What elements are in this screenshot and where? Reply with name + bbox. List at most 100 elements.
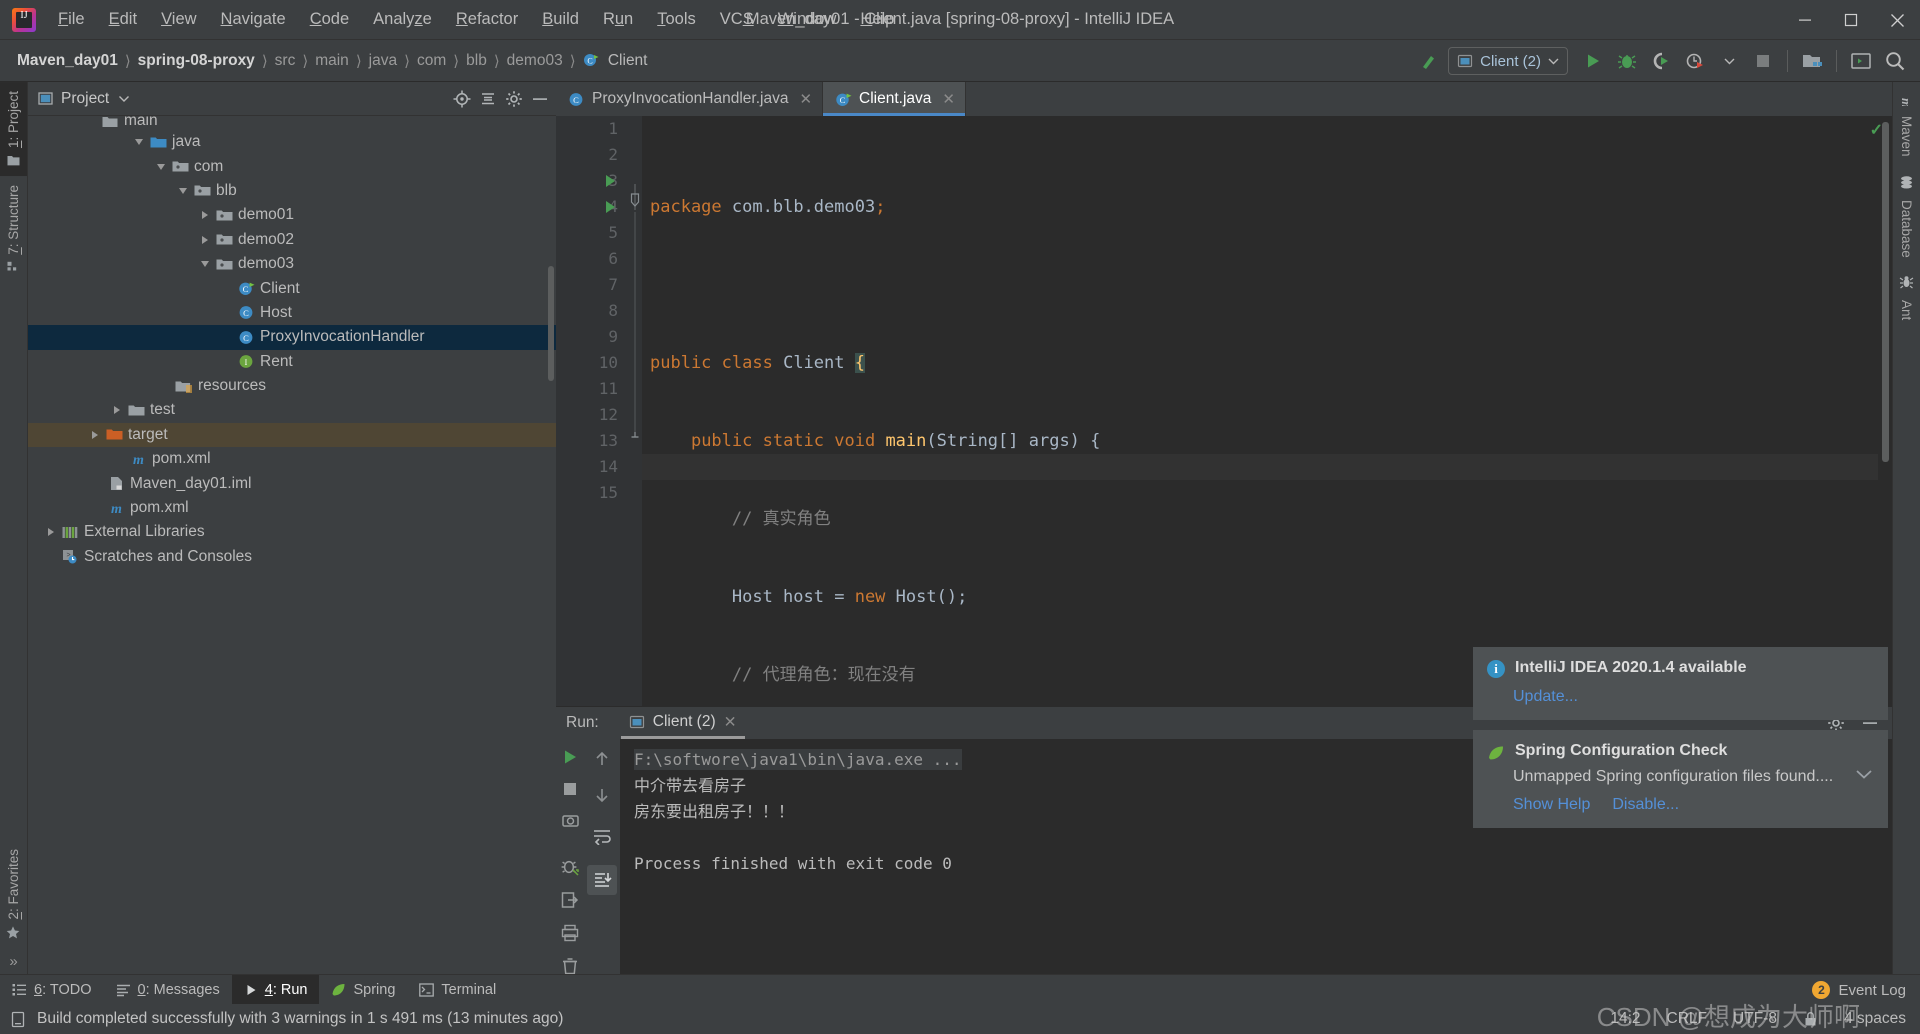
run-configuration-selector[interactable]: Client (2): [1448, 47, 1568, 75]
tree-row-resources[interactable]: resources: [28, 374, 556, 398]
scroll-down-icon[interactable]: [592, 785, 612, 805]
bottom-tab-run[interactable]: 4: Run: [231, 975, 320, 1004]
print-icon[interactable]: [560, 923, 580, 943]
breadcrumb-item-5[interactable]: com: [412, 49, 451, 73]
scroll-to-end-icon[interactable]: [587, 865, 617, 895]
bottom-tab-messages[interactable]: 0: Messages: [104, 975, 232, 1004]
menu-tools[interactable]: Tools: [645, 6, 708, 33]
notification-spring-config-check[interactable]: Spring Configuration Check Unmapped Spri…: [1473, 730, 1888, 828]
event-log-area[interactable]: 2 Event Log: [1812, 975, 1906, 1005]
menu-run[interactable]: Run: [591, 6, 645, 33]
breadcrumb-item-3[interactable]: main: [310, 49, 354, 73]
tree-row-demo03[interactable]: demo03: [28, 252, 556, 276]
tree-toggle[interactable]: [196, 211, 214, 220]
tree-row-pom-root[interactable]: m pom.xml: [28, 496, 556, 520]
run-tab-client[interactable]: Client (2) ✕: [620, 708, 745, 739]
build-hammer-icon[interactable]: [1414, 46, 1444, 76]
tree-row-iml[interactable]: Maven_day01.iml: [28, 471, 556, 495]
disable-link[interactable]: Disable...: [1612, 796, 1679, 814]
search-everywhere-icon[interactable]: [1880, 46, 1910, 76]
sidebar-item-favorites[interactable]: 2: Favorites: [0, 840, 27, 949]
update-link[interactable]: Update...: [1513, 688, 1578, 706]
bottom-tab-spring[interactable]: Spring: [319, 975, 407, 1004]
tree-row-rent[interactable]: I Rent: [28, 350, 556, 374]
breadcrumb-item-8-wrap[interactable]: C Client: [578, 49, 653, 73]
file-encoding[interactable]: UTF-8: [1733, 1010, 1777, 1028]
tree-row-demo02[interactable]: demo02: [28, 228, 556, 252]
project-tree-scrollbar[interactable]: [548, 266, 554, 381]
tree-row-host[interactable]: C Host: [28, 301, 556, 325]
tree-toggle[interactable]: [196, 235, 214, 244]
terminal-icon[interactable]: [1846, 46, 1876, 76]
lock-icon[interactable]: [1803, 1011, 1818, 1027]
sidebar-item-database[interactable]: Database: [1894, 166, 1919, 267]
settings-gear-icon[interactable]: [504, 89, 524, 109]
breadcrumb-item-7[interactable]: demo03: [502, 49, 568, 73]
bottom-tab-todo[interactable]: 6: TODO: [0, 975, 104, 1004]
project-dropdown-icon[interactable]: [118, 94, 130, 103]
menu-help[interactable]: Help: [848, 6, 906, 33]
close-button[interactable]: [1874, 0, 1920, 40]
sidebar-item-project[interactable]: 1: Project: [0, 82, 27, 177]
profiler-dropdown-icon[interactable]: [1714, 46, 1744, 76]
sidebar-more-button[interactable]: »: [0, 949, 27, 974]
project-structure-icon[interactable]: [1797, 46, 1827, 76]
tab-client-java[interactable]: C Client.java ✕: [823, 82, 966, 116]
dump-threads-icon[interactable]: [560, 857, 580, 877]
stop-icon[interactable]: [1748, 46, 1778, 76]
tree-toggle[interactable]: [42, 528, 60, 537]
tree-row[interactable]: main: [28, 116, 556, 130]
tree-toggle[interactable]: [174, 187, 192, 194]
profiler-icon[interactable]: [1680, 46, 1710, 76]
menu-analyze[interactable]: Analyze: [361, 6, 444, 33]
code-editor[interactable]: 1 2 3 4 5 6 7 8 9 10 11 12 13 14 15 pack…: [556, 116, 1892, 706]
scroll-up-icon[interactable]: [592, 749, 612, 769]
tab-proxyinvocationhandler-java[interactable]: C ProxyInvocationHandler.java ✕: [556, 82, 824, 116]
bottom-tab-terminal[interactable]: Terminal: [407, 975, 508, 1004]
rerun-icon[interactable]: [560, 747, 580, 767]
tree-toggle[interactable]: [130, 139, 148, 146]
line-separator[interactable]: CRLF: [1667, 1010, 1707, 1028]
screenshot-icon[interactable]: [561, 811, 580, 830]
indent-setting[interactable]: 4 spaces: [1844, 1010, 1906, 1028]
editor-scrollbar[interactable]: [1882, 122, 1889, 462]
tree-row-pom-module[interactable]: m pom.xml: [28, 447, 556, 471]
locate-icon[interactable]: [452, 89, 472, 109]
sidebar-item-maven[interactable]: m Maven: [1894, 82, 1919, 166]
menu-build[interactable]: Build: [530, 6, 591, 33]
tree-row-proxyinvocationhandler[interactable]: C ProxyInvocationHandler: [28, 325, 556, 350]
tree-toggle[interactable]: [108, 406, 126, 415]
run-gutter-marker-class[interactable]: [606, 175, 615, 187]
inspection-ok-icon[interactable]: ✓: [1870, 120, 1883, 140]
run-with-coverage-icon[interactable]: [1646, 46, 1676, 76]
menu-edit[interactable]: Edit: [97, 6, 149, 33]
show-help-link[interactable]: Show Help: [1513, 796, 1590, 814]
tree-toggle[interactable]: [152, 163, 170, 170]
stop-icon[interactable]: [561, 780, 579, 798]
run-tab-close-icon[interactable]: ✕: [724, 713, 737, 732]
editor-gutter[interactable]: 1 2 3 4 5 6 7 8 9 10 11 12 13 14 15: [556, 116, 628, 706]
debug-icon[interactable]: [1612, 46, 1642, 76]
breadcrumb-item-1[interactable]: spring-08-proxy: [133, 49, 260, 73]
tree-row-scratches[interactable]: > Scratches and Consoles: [28, 545, 556, 569]
tree-toggle[interactable]: [196, 261, 214, 268]
menu-navigate[interactable]: Navigate: [209, 6, 298, 33]
tree-row-demo01[interactable]: demo01: [28, 203, 556, 227]
tree-row-client[interactable]: C Client: [28, 276, 556, 300]
caret-position[interactable]: 14:2: [1610, 1010, 1640, 1028]
menu-vcs[interactable]: VCS: [708, 6, 766, 33]
project-tree[interactable]: main java com blb demo01 demo02 demo03 C…: [28, 116, 556, 974]
run-icon[interactable]: [1578, 46, 1608, 76]
tree-row-blb[interactable]: blb: [28, 179, 556, 203]
notification-idea-update[interactable]: i IntelliJ IDEA 2020.1.4 available Updat…: [1473, 647, 1888, 720]
menu-refactor[interactable]: Refactor: [444, 6, 530, 33]
tree-row-test[interactable]: test: [28, 398, 556, 422]
breadcrumb-item-6[interactable]: blb: [461, 49, 492, 73]
breadcrumb-item-0[interactable]: Maven_day01: [12, 49, 123, 73]
tree-row-external-libraries[interactable]: External Libraries: [28, 520, 556, 544]
sidebar-item-structure[interactable]: 7: Structure: [0, 176, 27, 283]
minimize-button[interactable]: [1782, 0, 1828, 40]
sidebar-item-ant[interactable]: Ant: [1894, 266, 1919, 329]
menu-view[interactable]: View: [149, 6, 208, 33]
tree-row-com[interactable]: com: [28, 154, 556, 178]
